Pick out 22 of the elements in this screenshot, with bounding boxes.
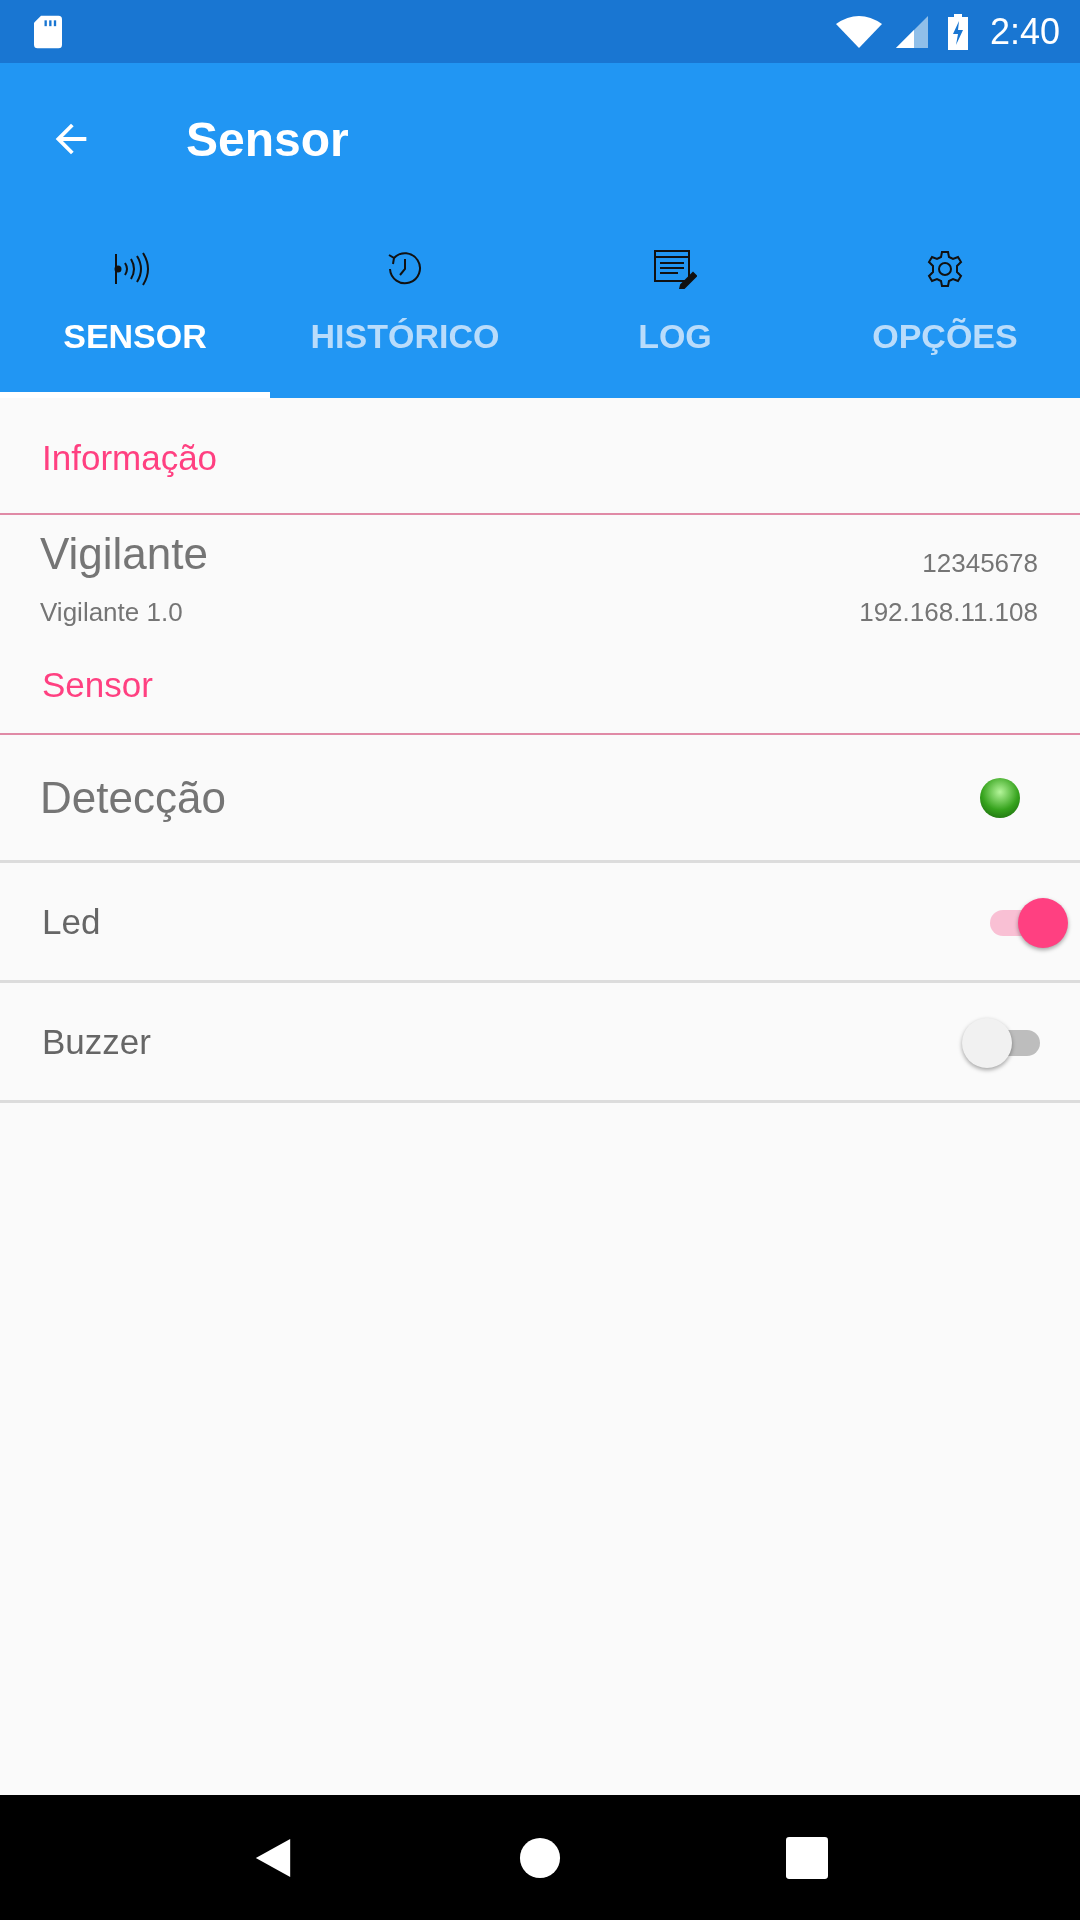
detection-label: Detecção	[40, 772, 226, 823]
battery-charging-icon	[947, 13, 968, 50]
section-header: Sensor	[41, 664, 154, 706]
document-edit-icon	[653, 249, 697, 289]
version-text: Vigilante 1.0	[40, 596, 183, 628]
wifi-icon	[835, 15, 882, 48]
tab[interactable]: OPÇÕES	[810, 215, 1080, 398]
switch-label: Buzzer	[42, 1021, 151, 1062]
home-circle-icon[interactable]	[519, 1836, 561, 1879]
switch-label: Led	[42, 901, 101, 942]
ip-address: 192.168.11.108	[859, 596, 1038, 628]
tab[interactable]: LOG	[540, 215, 810, 398]
tab[interactable]: SENSOR	[0, 215, 270, 398]
sd-card-icon	[34, 14, 62, 49]
signal-icon	[895, 15, 928, 48]
clock-time: 2:40	[989, 10, 1060, 53]
device-name: Vigilante	[40, 529, 208, 579]
section-header: Informação	[41, 437, 219, 479]
serial-number: 12345678	[922, 548, 1038, 579]
tab[interactable]: HISTÓRICO	[270, 215, 540, 398]
screen-title: Sensor	[186, 111, 349, 167]
recents-square-icon[interactable]	[785, 1836, 828, 1879]
